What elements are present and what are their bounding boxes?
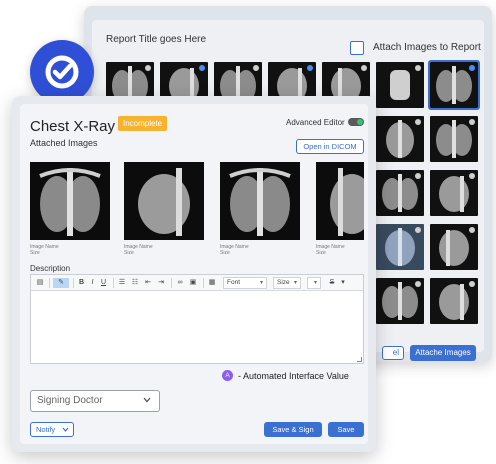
attached-image[interactable] <box>124 162 204 240</box>
image-thumbnail[interactable] <box>376 62 424 108</box>
image-thumbnail[interactable] <box>376 170 424 216</box>
table-icon[interactable]: ▦ <box>207 278 217 288</box>
chevron-down-icon: ▾ <box>293 280 297 286</box>
editor-toolbar: ▤ ✎ B I U ☰ ☷ ⇤ ⇥ ∞ ▣ ▦ Font▾ Size▾ ▾ <box>31 275 363 291</box>
select-dot[interactable] <box>469 281 475 287</box>
signing-doctor-select[interactable]: Signing Doctor <box>30 390 160 412</box>
image-thumbnail[interactable] <box>428 60 480 110</box>
advanced-editor-toggle[interactable] <box>348 118 364 126</box>
attached-image[interactable] <box>220 162 300 240</box>
outdent-icon[interactable]: ⇤ <box>143 278 153 288</box>
font-dropdown[interactable]: Font ▾ <box>223 277 267 289</box>
open-in-dicom-button[interactable]: Open in DICOM <box>296 139 364 154</box>
image-caption: Image Name Size <box>30 244 59 256</box>
report-editor-body: Chest X-Ray Incomplete Advanced Editor A… <box>20 104 368 444</box>
report-title[interactable]: Report Title goes Here <box>106 34 206 45</box>
bold-icon[interactable]: B <box>77 278 86 288</box>
size-dropdown[interactable]: Size ▾ <box>273 277 301 289</box>
automated-value-icon: A <box>222 370 233 381</box>
save-and-sign-button[interactable]: Save & Sign <box>264 422 322 437</box>
numbered-list-icon[interactable]: ☰ <box>117 278 127 288</box>
attach-images-label: Attach Images to Report <box>373 42 481 53</box>
notify-dropdown[interactable]: Notify <box>30 422 74 437</box>
image-caption: Image Name Size <box>124 244 153 256</box>
chevron-down-icon: ▾ <box>313 280 317 286</box>
report-editor-panel: Chest X-Ray Incomplete Advanced Editor A… <box>12 96 376 452</box>
description-label: Description <box>30 264 71 273</box>
image-caption: Image Name Size <box>316 244 345 256</box>
toggle-knob <box>357 119 363 125</box>
underline-icon[interactable]: U <box>99 278 108 288</box>
italic-icon[interactable]: I <box>88 278 97 288</box>
description-textarea[interactable] <box>31 292 363 363</box>
chevron-down-icon <box>143 397 151 403</box>
image-thumbnail[interactable] <box>376 278 424 324</box>
image-thumbnail[interactable] <box>430 170 478 216</box>
format-painter-icon[interactable]: ✎ <box>53 278 69 288</box>
paste-icon[interactable]: ▤ <box>35 278 45 288</box>
image-icon[interactable]: ▣ <box>188 278 198 288</box>
image-caption: Image Name Size <box>220 244 249 256</box>
select-dot[interactable] <box>469 227 475 233</box>
attach-images-button[interactable]: Attache Images <box>410 345 476 361</box>
color-dropdown[interactable]: ▾ <box>307 277 321 289</box>
status-badge: Incomplete <box>118 116 168 131</box>
advanced-editor-label: Advanced Editor <box>286 118 345 127</box>
select-dot[interactable] <box>415 227 421 233</box>
chevron-down-icon <box>62 427 69 432</box>
attached-images-label: Attached Images <box>30 138 98 148</box>
page-title: Chest X-Ray <box>30 118 116 135</box>
link-icon[interactable]: ∞ <box>175 278 185 288</box>
select-dot[interactable] <box>469 119 475 125</box>
attached-image[interactable] <box>30 162 110 240</box>
indent-icon[interactable]: ⇥ <box>156 278 166 288</box>
image-thumbnail[interactable] <box>430 116 478 162</box>
check-badge-icon <box>30 40 94 104</box>
cancel-button[interactable]: el <box>382 346 404 360</box>
image-thumbnail[interactable] <box>376 224 424 270</box>
strikethrough-icon[interactable]: S <box>325 278 339 288</box>
bullet-list-icon[interactable]: ☷ <box>130 278 140 288</box>
save-button[interactable]: Save <box>328 422 364 437</box>
resize-handle-icon[interactable] <box>357 357 362 362</box>
select-dot[interactable] <box>415 173 421 179</box>
chevron-down-icon[interactable]: ▾ <box>339 278 347 288</box>
select-dot[interactable] <box>253 65 259 71</box>
chevron-down-icon: ▾ <box>259 280 263 286</box>
select-dot[interactable] <box>469 65 475 71</box>
select-dot[interactable] <box>415 281 421 287</box>
image-thumbnail[interactable] <box>430 224 478 270</box>
attach-images-checkbox[interactable] <box>350 41 364 55</box>
select-dot[interactable] <box>469 173 475 179</box>
image-thumbnail[interactable] <box>430 278 478 324</box>
select-dot[interactable] <box>415 119 421 125</box>
select-dot[interactable] <box>415 65 421 71</box>
select-dot[interactable] <box>199 65 205 71</box>
select-dot[interactable] <box>361 65 367 71</box>
image-thumbnail[interactable] <box>376 116 424 162</box>
select-dot[interactable] <box>145 65 151 71</box>
attached-image[interactable] <box>316 162 364 240</box>
description-editor: ▤ ✎ B I U ☰ ☷ ⇤ ⇥ ∞ ▣ ▦ Font▾ Size▾ ▾ <box>30 274 364 364</box>
select-dot[interactable] <box>307 65 313 71</box>
automated-value-legend: - Automated Interface Value <box>238 371 349 381</box>
